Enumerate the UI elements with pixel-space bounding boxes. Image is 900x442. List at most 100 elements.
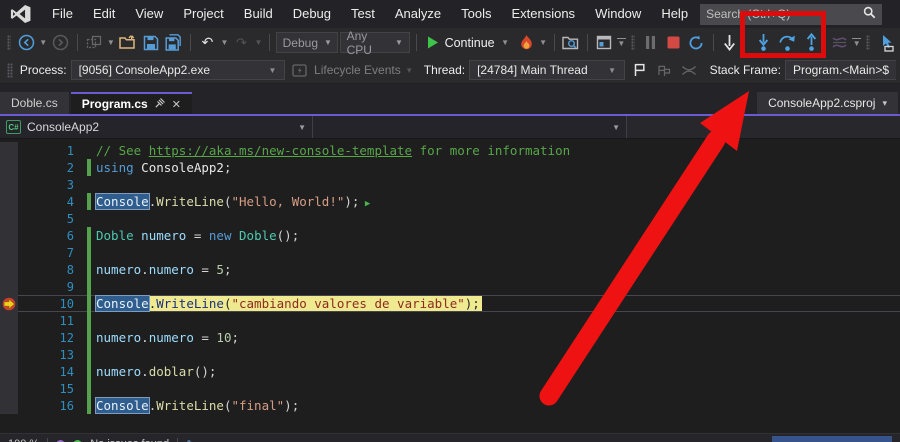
menu-item-debug[interactable]: Debug bbox=[283, 2, 341, 25]
type-dropdown[interactable]: ▼ bbox=[313, 116, 627, 138]
navigate-backward-dropdown[interactable]: ▼ bbox=[39, 38, 48, 47]
menu-item-analyze[interactable]: Analyze bbox=[385, 2, 451, 25]
code-editor[interactable]: 1// See https://aka.ms/new-console-templ… bbox=[0, 139, 900, 433]
menu-item-build[interactable]: Build bbox=[234, 2, 283, 25]
breakpoint-gutter[interactable] bbox=[0, 210, 18, 227]
open-file-icon[interactable] bbox=[117, 32, 138, 53]
menu-item-project[interactable]: Project bbox=[173, 2, 233, 25]
change-tracking-bar bbox=[78, 329, 96, 346]
breakpoint-gutter[interactable] bbox=[0, 244, 18, 261]
menu-item-extensions[interactable]: Extensions bbox=[501, 2, 585, 25]
provisional-tab-icon[interactable]: ▾ bbox=[882, 98, 887, 109]
menu-item-view[interactable]: View bbox=[125, 2, 173, 25]
show-threads-in-source-icon[interactable] bbox=[829, 32, 850, 53]
code-token: Doble bbox=[96, 228, 134, 243]
breakpoint-gutter[interactable] bbox=[0, 329, 18, 346]
tab-program-cs[interactable]: Program.cs ✕ bbox=[71, 92, 192, 114]
code-line-15: 15 bbox=[0, 380, 900, 397]
breakpoint-gutter[interactable] bbox=[0, 346, 18, 363]
line-number: 12 bbox=[18, 331, 78, 345]
process-dropdown[interactable]: [9056] ConsoleApp2.exe ▼ bbox=[71, 60, 285, 80]
line-number: 3 bbox=[18, 178, 78, 192]
project-dropdown[interactable]: C# ConsoleApp2 ▼ bbox=[0, 116, 313, 138]
code-text: Console.WriteLine("Hello, World!"); ▶ bbox=[96, 194, 370, 209]
step-over-icon[interactable] bbox=[777, 32, 798, 53]
restart-icon[interactable] bbox=[686, 32, 707, 53]
show-next-statement-icon[interactable] bbox=[719, 32, 740, 53]
navigate-forward-button[interactable] bbox=[50, 32, 71, 53]
breakpoint-gutter[interactable] bbox=[0, 227, 18, 244]
breakpoint-gutter[interactable] bbox=[0, 380, 18, 397]
zoom-level[interactable]: 100 % bbox=[8, 438, 39, 442]
stop-debugging-icon[interactable] bbox=[663, 32, 684, 53]
menu-item-file[interactable]: File bbox=[42, 2, 83, 25]
close-icon[interactable]: ✕ bbox=[172, 98, 181, 111]
undo-dropdown[interactable]: ▼ bbox=[220, 38, 229, 47]
diagnostic-tools-icon[interactable] bbox=[594, 32, 615, 53]
menu-item-help[interactable]: Help bbox=[651, 2, 698, 25]
code-text: numero.numero = 5; bbox=[96, 262, 231, 277]
break-all-icon[interactable] bbox=[640, 32, 661, 53]
breakpoint-gutter[interactable] bbox=[0, 397, 18, 414]
thread-dropdown[interactable]: [24784] Main Thread ▼ bbox=[469, 60, 625, 80]
solution-platform-dropdown[interactable]: Any CPU ▼ bbox=[340, 32, 410, 53]
debug-location-toolbar: Process: [9056] ConsoleApp2.exe ▼ Lifecy… bbox=[0, 57, 900, 84]
breakpoint-gutter[interactable] bbox=[0, 261, 18, 278]
visual-studio-logo-icon bbox=[10, 5, 32, 23]
solution-configuration-dropdown[interactable]: Debug ▼ bbox=[276, 32, 338, 53]
edit-icon[interactable]: ✎ bbox=[186, 438, 195, 442]
toolbar-options-dropdown[interactable]: ▼ bbox=[617, 38, 626, 48]
lifecycle-events-label[interactable]: Lifecycle Events bbox=[314, 63, 401, 77]
breakpoint-gutter[interactable] bbox=[0, 363, 18, 380]
breakpoint-gutter[interactable] bbox=[0, 278, 18, 295]
continue-button[interactable]: Continue ▼ bbox=[423, 36, 514, 50]
flag-group-icon[interactable] bbox=[654, 60, 675, 81]
pin-icon[interactable] bbox=[155, 98, 165, 111]
undo-icon[interactable]: ↶ bbox=[197, 32, 218, 53]
lifecycle-events-dropdown[interactable]: ▼ bbox=[405, 66, 414, 75]
hot-reload-icon[interactable] bbox=[516, 32, 537, 53]
menu-item-test[interactable]: Test bbox=[341, 2, 385, 25]
step-into-icon[interactable] bbox=[753, 32, 774, 53]
stack-frame-dropdown[interactable]: Program.<Main>$ bbox=[785, 60, 896, 80]
search-input[interactable]: Search (Ctrl+Q) bbox=[700, 4, 882, 25]
breakpoint-gutter[interactable] bbox=[0, 159, 18, 176]
search-icon[interactable] bbox=[863, 6, 876, 22]
breakpoint-gutter[interactable] bbox=[0, 312, 18, 329]
hot-reload-dropdown[interactable]: ▼ bbox=[539, 38, 548, 47]
toolbar-options-dropdown[interactable]: ▼ bbox=[852, 38, 861, 48]
lifecycle-events-icon[interactable] bbox=[289, 60, 310, 81]
new-project-icon[interactable] bbox=[83, 32, 104, 53]
menu-item-tools[interactable]: Tools bbox=[451, 2, 501, 25]
tab-doble-cs[interactable]: Doble.cs bbox=[0, 92, 69, 114]
breakpoint-gutter[interactable] bbox=[0, 176, 18, 193]
save-icon[interactable] bbox=[140, 32, 161, 53]
toolbar-grip[interactable] bbox=[631, 35, 635, 50]
find-in-files-icon[interactable] bbox=[560, 32, 581, 53]
toolbar-grip[interactable] bbox=[7, 63, 13, 78]
save-all-icon[interactable] bbox=[163, 32, 184, 53]
toolbar-grip[interactable] bbox=[7, 35, 11, 50]
toolbar-grip[interactable] bbox=[866, 35, 870, 50]
new-item-dropdown[interactable]: ▼ bbox=[106, 38, 115, 47]
change-tracking-bar bbox=[78, 193, 96, 210]
menu-item-edit[interactable]: Edit bbox=[83, 2, 125, 25]
navigate-backward-button[interactable] bbox=[16, 32, 37, 53]
redo-dropdown[interactable]: ▼ bbox=[254, 38, 263, 47]
redo-icon[interactable]: ↷ bbox=[231, 32, 252, 53]
code-token: for more information bbox=[412, 143, 570, 158]
menu-item-window[interactable]: Window bbox=[585, 2, 651, 25]
breakpoint-gutter[interactable] bbox=[0, 193, 18, 210]
run-to-cursor-icon[interactable] bbox=[875, 32, 896, 53]
step-out-icon[interactable] bbox=[801, 32, 822, 53]
separator bbox=[269, 34, 270, 51]
current-statement-breakpoint-icon[interactable] bbox=[0, 295, 18, 312]
flag-thread-icon[interactable] bbox=[629, 60, 650, 81]
continue-dropdown[interactable]: ▼ bbox=[501, 38, 510, 47]
change-tracking-gutter bbox=[78, 142, 96, 159]
breakpoint-gutter[interactable] bbox=[0, 142, 18, 159]
chevron-down-icon: ▼ bbox=[324, 38, 332, 47]
toggle-current-thread-icon[interactable] bbox=[679, 60, 700, 81]
tab-consoleapp2-csproj[interactable]: ConsoleApp2.csproj ▾ bbox=[757, 92, 898, 114]
thread-label: Thread: bbox=[424, 63, 465, 77]
